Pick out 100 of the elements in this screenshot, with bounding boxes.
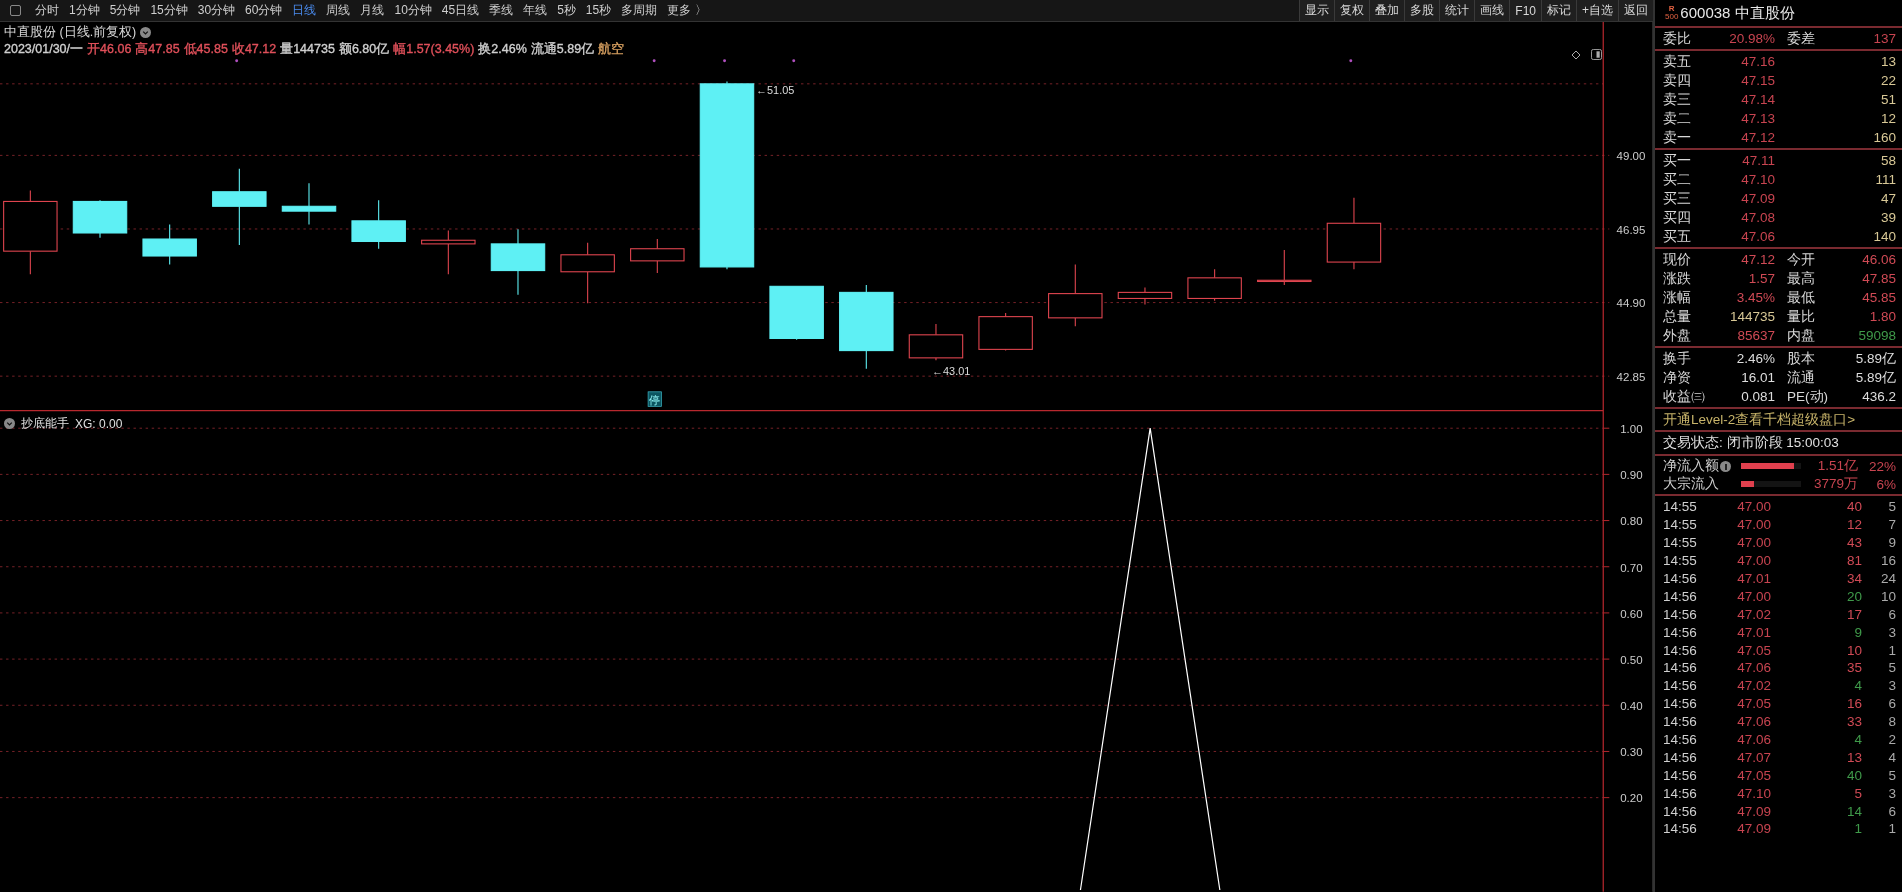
tick-count: 5 bbox=[1887, 767, 1896, 783]
y-axis-label: 0.40 bbox=[1620, 700, 1643, 713]
candlestick bbox=[1048, 264, 1103, 328]
toolbar-button[interactable]: F10 bbox=[1509, 0, 1541, 22]
high-price-label: ←51.05 bbox=[756, 83, 795, 96]
y-axis-label: 0.30 bbox=[1620, 746, 1643, 759]
tick-time: 14:56 bbox=[1663, 821, 1698, 837]
tick-price: 47.05 bbox=[1736, 767, 1771, 783]
period-tab[interactable]: 多周期 bbox=[616, 2, 663, 20]
toolbar-button[interactable]: 叠加 bbox=[1369, 0, 1405, 22]
quote-label: 股本 bbox=[1786, 349, 1816, 368]
tick-time: 14:56 bbox=[1663, 606, 1698, 622]
period-tab[interactable]: 5秒 bbox=[552, 2, 581, 20]
panel-toggle-icon[interactable] bbox=[1591, 49, 1602, 61]
quote-value: 47.13 bbox=[1740, 111, 1775, 126]
stock-name: 600038 中直股份 bbox=[1680, 3, 1795, 23]
diamond-icon[interactable] bbox=[1571, 49, 1581, 60]
indicator-reading: XG: 0.00 bbox=[75, 416, 123, 431]
info-icon[interactable] bbox=[1720, 460, 1731, 472]
period-tab[interactable]: 日线 bbox=[287, 2, 322, 20]
y-axis-label: 0.60 bbox=[1620, 607, 1643, 620]
toolbar-button[interactable]: 返回 bbox=[1618, 0, 1653, 22]
quote-label: 总量 bbox=[1663, 307, 1692, 326]
tick-volume: 12 bbox=[1845, 517, 1862, 533]
quote-value: 12 bbox=[1879, 111, 1896, 126]
tick-volume: 40 bbox=[1845, 767, 1862, 783]
quote-value: 5.89亿 bbox=[1854, 349, 1896, 368]
period-tab[interactable]: 30分钟 bbox=[192, 2, 241, 20]
toolbar-button[interactable]: 统计 bbox=[1439, 0, 1475, 22]
quote-info-text: 收47.12 bbox=[231, 40, 277, 58]
level2-link[interactable]: 开通Level-2查看千档超级盘口> bbox=[1663, 410, 1896, 429]
y-axis-label: 0.80 bbox=[1620, 515, 1643, 528]
candlestick bbox=[72, 199, 128, 239]
period-tab[interactable]: 60分钟 bbox=[240, 2, 288, 20]
quote-value: 2.46% bbox=[1735, 351, 1775, 366]
tick-time: 14:55 bbox=[1663, 553, 1698, 569]
tick-count: 5 bbox=[1887, 499, 1896, 515]
toolbar-button[interactable]: 画线 bbox=[1474, 0, 1510, 22]
period-tab[interactable]: 15分钟 bbox=[145, 2, 193, 20]
quote-label: PE(动) bbox=[1786, 387, 1829, 406]
signal-dot bbox=[1349, 59, 1353, 63]
chevron-down-icon[interactable] bbox=[4, 418, 15, 430]
quote-info-text: 2023/01/30/一 bbox=[4, 40, 84, 58]
toolbar-button[interactable]: 复权 bbox=[1334, 0, 1370, 22]
quote-value: 58 bbox=[1879, 153, 1896, 168]
tick-volume: 33 bbox=[1845, 714, 1862, 730]
tick-volume: 17 bbox=[1845, 606, 1862, 622]
toolbar-button[interactable]: 显示 bbox=[1299, 0, 1335, 22]
toolbar-button[interactable]: +自选 bbox=[1576, 0, 1618, 22]
tick-time: 14:55 bbox=[1663, 499, 1698, 515]
tick-count: 9 bbox=[1887, 535, 1896, 551]
tick-volume: 4 bbox=[1853, 678, 1862, 694]
period-tab[interactable]: 年线 bbox=[518, 2, 553, 20]
period-tab[interactable]: 月线 bbox=[355, 2, 390, 20]
period-tab[interactable]: 1分钟 bbox=[64, 2, 105, 20]
quote-value: 1.80 bbox=[1868, 309, 1896, 324]
tick-count: 6 bbox=[1887, 606, 1896, 622]
tick-volume: 10 bbox=[1845, 642, 1862, 658]
price-axis-label: 44.90 bbox=[1616, 297, 1646, 310]
period-tab[interactable]: 周线 bbox=[321, 2, 356, 20]
period-tab[interactable]: 45日线 bbox=[436, 2, 485, 20]
square-icon[interactable] bbox=[10, 5, 21, 17]
quote-label: 换手 bbox=[1663, 349, 1692, 368]
tick-price: 47.09 bbox=[1736, 821, 1771, 837]
quote-value: 1.57 bbox=[1747, 271, 1775, 286]
quote-label: 卖五 bbox=[1663, 52, 1692, 71]
period-tab[interactable]: 季线 bbox=[484, 2, 519, 20]
quote-value: 13 bbox=[1879, 54, 1896, 69]
quote-value: 47.06 bbox=[1740, 229, 1775, 244]
candlestick bbox=[908, 323, 964, 362]
tick-count: 6 bbox=[1887, 696, 1896, 712]
quote-info-text: 换2.46% bbox=[478, 40, 527, 58]
toolbar-button[interactable]: 多股 bbox=[1404, 0, 1440, 22]
period-tab[interactable]: 15秒 bbox=[580, 2, 617, 20]
signal-dot bbox=[652, 59, 656, 63]
quote-value: 47.12 bbox=[1740, 252, 1775, 267]
period-tab[interactable]: 分时 bbox=[30, 2, 64, 20]
quote-value: 46.06 bbox=[1861, 252, 1896, 267]
quote-info-text: 流通5.89亿 bbox=[530, 40, 595, 58]
quote-value: 160 bbox=[1872, 130, 1896, 145]
candlestick bbox=[560, 242, 615, 305]
candlestick bbox=[421, 230, 476, 275]
tick-price: 47.05 bbox=[1736, 696, 1771, 712]
toolbar-button[interactable]: 标记 bbox=[1541, 0, 1576, 22]
period-tab[interactable]: 更多 〉 bbox=[662, 2, 712, 20]
quote-value: 45.85 bbox=[1861, 290, 1896, 305]
tick-price: 47.01 bbox=[1736, 571, 1771, 586]
period-tab[interactable]: 10分钟 bbox=[389, 2, 437, 20]
candlestick bbox=[142, 224, 197, 266]
period-tab[interactable]: 5分钟 bbox=[104, 2, 146, 20]
quote-value: 47.08 bbox=[1740, 210, 1775, 225]
tick-time: 14:56 bbox=[1663, 732, 1698, 747]
candlestick bbox=[490, 229, 546, 296]
tick-volume: 81 bbox=[1845, 553, 1862, 569]
tick-time: 14:56 bbox=[1663, 785, 1698, 801]
tick-time: 14:56 bbox=[1663, 571, 1698, 586]
signal-dot bbox=[235, 59, 239, 63]
quote-label: 今开 bbox=[1786, 250, 1816, 269]
chevron-down-icon[interactable] bbox=[140, 27, 152, 39]
quote-label: 卖四 bbox=[1663, 71, 1692, 90]
